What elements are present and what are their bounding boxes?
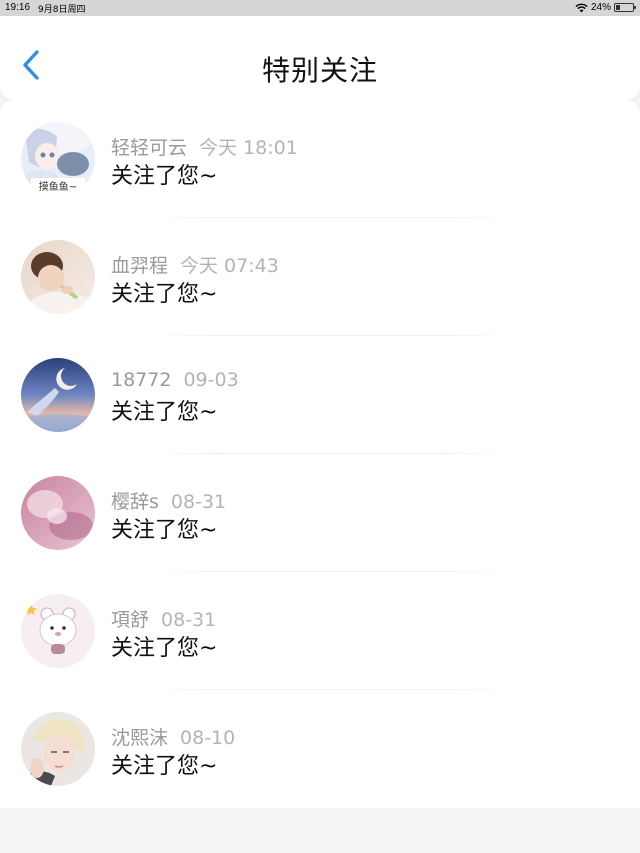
avatar-image xyxy=(21,712,95,786)
avatar-image: 摸鱼鱼~ xyxy=(21,122,95,196)
avatar[interactable] xyxy=(21,358,95,432)
message-text: 关注了您~ xyxy=(111,164,218,189)
status-bar: 19:16 9月8日周四 24% xyxy=(0,0,640,16)
name-line: 18772 09-03 xyxy=(111,369,239,391)
avatar[interactable] xyxy=(21,476,95,550)
name-line: 轻轻可云 今天 18:01 xyxy=(111,133,298,160)
follow-time: 08-31 xyxy=(170,491,227,513)
message-text: 关注了您~ xyxy=(111,282,218,307)
name-line: 項舒 08-31 xyxy=(111,605,216,632)
message-text: 关注了您~ xyxy=(111,754,218,779)
message-text: 关注了您~ xyxy=(111,518,218,543)
avatar-image xyxy=(21,240,95,314)
name-line: 樱辞s 08-31 xyxy=(111,487,226,514)
list-item[interactable]: 樱辞s 08-31 关注了您~ xyxy=(0,454,640,572)
avatar-caption: 摸鱼鱼~ xyxy=(39,180,77,193)
message-text: 关注了您~ xyxy=(111,400,218,425)
follow-time: 今天 07:43 xyxy=(180,255,279,277)
follow-time: 09-03 xyxy=(183,369,239,391)
avatar[interactable] xyxy=(21,594,95,668)
page-title: 特别关注 xyxy=(261,54,378,87)
avatar[interactable] xyxy=(21,712,95,786)
user-name[interactable]: 項舒 xyxy=(111,609,149,631)
avatar-image xyxy=(21,358,95,432)
name-line: 沈熙沫 08-10 xyxy=(111,723,235,750)
follow-time: 今天 18:01 xyxy=(199,137,298,159)
status-time: 19:16 xyxy=(5,2,31,13)
follow-time: 08-31 xyxy=(161,609,217,631)
list-item[interactable]: 血羿程 今天 07:43 关注了您~ xyxy=(0,218,640,336)
list-item[interactable]: 項舒 08-31 关注了您~ xyxy=(0,572,640,690)
user-name[interactable]: 沈熙沫 xyxy=(111,727,168,749)
status-date: 9月8日周四 xyxy=(38,5,86,15)
list-item[interactable]: 摸鱼鱼~ 轻轻可云 今天 18:01 关注了您~ xyxy=(0,100,640,218)
battery-fill xyxy=(616,5,620,10)
message-text: 关注了您~ xyxy=(111,636,218,661)
avatar[interactable]: 摸鱼鱼~ xyxy=(21,122,95,196)
user-name[interactable]: 血羿程 xyxy=(111,255,168,277)
nav-bar: 特别关注 xyxy=(0,16,640,100)
user-name[interactable]: 樱辞s xyxy=(111,491,159,513)
list-item[interactable]: 18772 09-03 关注了您~ xyxy=(0,336,640,454)
battery-percent: 24% xyxy=(590,2,611,13)
status-right: 24% xyxy=(575,2,636,13)
follow-time: 08-10 xyxy=(180,727,236,749)
battery-icon xyxy=(614,3,636,12)
follow-list: 摸鱼鱼~ 轻轻可云 今天 18:01 关注了您~ 血羿程 今天 07:43 关注… xyxy=(0,100,640,808)
name-line: 血羿程 今天 07:43 xyxy=(111,251,279,278)
wifi-icon xyxy=(575,3,588,12)
avatar-image xyxy=(21,476,95,550)
user-name[interactable]: 轻轻可云 xyxy=(111,137,187,159)
avatar[interactable] xyxy=(21,240,95,314)
avatar-image xyxy=(21,594,95,668)
user-name[interactable]: 18772 xyxy=(111,369,171,391)
list-item[interactable]: 沈熙沫 08-10 关注了您~ xyxy=(0,690,640,808)
